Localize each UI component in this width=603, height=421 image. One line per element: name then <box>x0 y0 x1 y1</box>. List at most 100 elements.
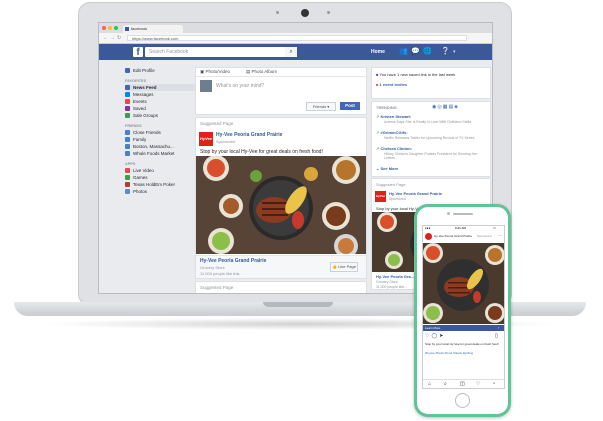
sidebar-item-label: Photos <box>133 189 148 194</box>
camera-sensor-right <box>327 11 330 14</box>
sidebar-item-games[interactable]: Games <box>125 174 195 181</box>
back-button[interactable]: ← <box>103 35 108 41</box>
sponsored-post: Suggested Page HyVee Hy-Vee Peoria Grand… <box>195 117 367 279</box>
right-footer-category: Grocery Store <box>376 280 398 284</box>
sidebar-item-label: Events <box>133 99 147 104</box>
composer-input[interactable]: What's on your mind? <box>216 83 264 89</box>
help-icon[interactable]: ❔ <box>441 48 450 56</box>
trending-item-2[interactable]: ↗ #GrimmCGifs: <box>376 130 408 135</box>
food-image[interactable] <box>196 156 366 254</box>
phone-action-icons[interactable]: ♡◯➤ <box>425 333 445 339</box>
post-button[interactable]: Post <box>340 102 360 110</box>
sidebar-item-saved[interactable]: Saved <box>125 105 195 112</box>
comment-icon[interactable]: ◯ <box>431 333 439 339</box>
trending-item-1[interactable]: ↗ Kristen Stewart: <box>376 114 411 119</box>
phone-hashtags[interactable]: #hyvee #fresh #food #deals #grilling <box>425 351 502 355</box>
sidebar-item-whole-foods[interactable]: Whole Foods Market <box>125 150 195 157</box>
facebook-logo[interactable]: f <box>133 47 143 58</box>
camera-icon[interactable]: ◫ <box>460 380 465 388</box>
close-window-icon[interactable] <box>102 26 106 30</box>
reload-button[interactable]: ↻ <box>117 35 121 41</box>
tab-photo-album-label: Photo Album <box>251 69 278 74</box>
maximize-window-icon[interactable] <box>114 26 118 30</box>
saved-line-text: You have 1 new saved link in the last we… <box>379 72 456 77</box>
edit-profile-link[interactable]: Edit Profile <box>125 67 195 74</box>
heart-icon[interactable]: ♡ <box>476 380 480 388</box>
page-likes-count: 11,000 people like this. <box>200 271 241 276</box>
learn-more-bar[interactable]: Learn More › <box>423 325 504 331</box>
news-feed-icon <box>125 85 130 90</box>
sidebar-item-label: Messages <box>133 92 154 97</box>
like-page-button[interactable]: 👍 Like Page <box>330 262 358 272</box>
sidebar-item-label: Saved <box>133 106 146 111</box>
laptop-notch <box>263 302 333 307</box>
tab-photo-album[interactable]: ▤ Photo Album <box>246 68 277 76</box>
tab-photo-video[interactable]: ▣ Photo/Video <box>200 68 230 76</box>
saved-link-notice[interactable]: ■ You have 1 new saved link in the last … <box>376 72 455 77</box>
trending-desc: Actress Says She Is Really in Love With … <box>384 120 472 124</box>
search-input[interactable]: Search Facebook <box>145 47 295 57</box>
sidebar-item-label: Whole Foods Market <box>133 151 175 156</box>
hyvee-avatar[interactable] <box>425 233 432 240</box>
more-options-icon[interactable]: ⋯ <box>498 233 502 238</box>
globe-icon[interactable]: 🌐 <box>423 48 432 56</box>
sidebar-item-sale-groups[interactable]: Sale Groups <box>125 112 195 119</box>
chevron-down-icon: ⌄ <box>376 166 380 171</box>
minimize-window-icon[interactable] <box>108 26 112 30</box>
messenger-icon <box>125 92 130 97</box>
trending-desc: Netflix Releases Trailer for Upcoming Re… <box>384 136 475 140</box>
right-sponsored: Sponsored <box>389 197 406 201</box>
right-page-name[interactable]: Hy-Vee Peoria Grand Prairie <box>389 191 442 196</box>
home-link[interactable]: Home <box>371 47 385 57</box>
sidebar-item-label: Family <box>133 137 147 142</box>
sidebar-item-messages[interactable]: Messages <box>125 91 195 98</box>
footer-page-name[interactable]: Hy-Vee Peoria Grand Prairie <box>200 258 266 264</box>
hyvee-logo[interactable]: HyVee <box>375 191 386 202</box>
profile-icon[interactable]: ◔ <box>492 380 495 388</box>
sidebar-item-family[interactable]: Family <box>125 136 195 143</box>
phone-speaker <box>453 213 473 215</box>
address-bar[interactable]: https://www.facebook.com <box>127 35 467 41</box>
trending-item-3[interactable]: ↗ Chelsea Clinton: <box>376 146 412 151</box>
sidebar-item-photos[interactable]: Photos <box>125 188 195 195</box>
sidebar-item-label: Boston, Massachu... <box>133 144 174 149</box>
right-footer-name[interactable]: Hy-Vee Peoria Gra... <box>376 274 414 279</box>
event-invites-link[interactable]: ■ 1 event invites <box>376 82 407 87</box>
avatar[interactable] <box>200 80 212 92</box>
chevron-right-icon: › <box>498 325 500 330</box>
messages-icon[interactable]: 💬 <box>411 48 420 56</box>
smartphone: ●●● 9:41 AM ▭ Hy-Vee Peoria Grand Prairi… <box>414 204 511 417</box>
page-name-link[interactable]: Hy-Vee Peoria Grand Prairie <box>216 132 282 138</box>
forward-button[interactable]: → <box>110 35 115 41</box>
trend-arrow-icon: ↗ <box>376 146 380 151</box>
phone-home-button[interactable] <box>455 393 470 408</box>
trending-desc: Hillary Clinton's Daughter Praises Presi… <box>384 152 478 160</box>
sidebar-item-poker[interactable]: Texas HoldEm Poker <box>125 181 195 188</box>
share-icon[interactable]: ➤ <box>439 333 445 339</box>
sidebar-item-news-feed[interactable]: News Feed <box>125 84 195 91</box>
phone-food-image[interactable] <box>423 243 504 324</box>
event-line-text: 1 event invites <box>379 82 408 87</box>
friends-icon[interactable]: 👥 <box>399 48 408 56</box>
right-suggested-label: Suggested Page <box>376 182 406 187</box>
learn-more-label: Learn More <box>425 326 441 330</box>
chevron-down-icon[interactable]: ▾ <box>453 48 456 56</box>
phone-page-name[interactable]: Hy-Vee Peoria Grand Prairie <box>434 234 472 238</box>
audience-selector[interactable]: Friends ▾ <box>306 102 336 111</box>
video-icon <box>125 168 130 173</box>
see-more-link[interactable]: ⌄ See More <box>376 166 398 171</box>
hyvee-logo[interactable]: HyVee <box>199 132 213 146</box>
sidebar-item-live-video[interactable]: Live Video <box>125 167 195 174</box>
bookmark-icon[interactable]: ▯ <box>495 333 498 339</box>
search-icon[interactable]: ⌕ <box>444 380 447 388</box>
trend-arrow-icon: ↗ <box>376 130 380 135</box>
trending-category-icons[interactable]: ◉◎▦▤◈ <box>432 104 459 110</box>
browser-tab[interactable]: facebook <box>123 25 183 33</box>
sidebar-item-events[interactable]: Events <box>125 98 195 105</box>
bookmark-icon <box>125 106 130 111</box>
search-icon[interactable]: ⌕ <box>285 47 297 57</box>
home-icon[interactable]: ⌂ <box>428 380 431 388</box>
sidebar-item-boston[interactable]: Boston, Massachu... <box>125 143 195 150</box>
sidebar-item-close-friends[interactable]: Close Friends <box>125 129 195 136</box>
phone-camera <box>447 212 450 215</box>
